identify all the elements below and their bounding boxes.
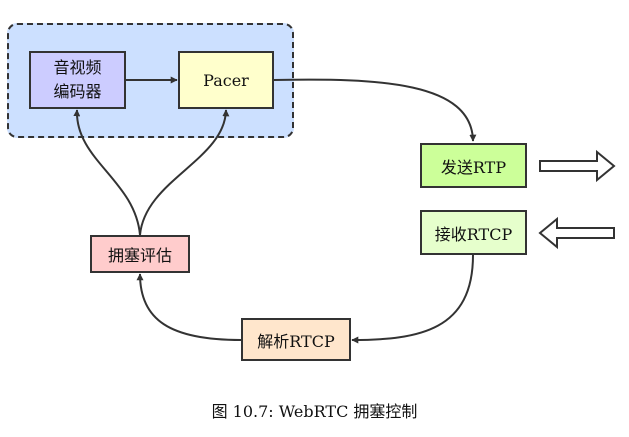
incoming-arrow [538,216,615,250]
edge-parse-rtcp-to-congestion [136,273,242,341]
codec-label-line2: 编码器 [53,82,102,101]
recv-rtcp-label: 接收RTCP [434,224,513,244]
pacer-label: Pacer [203,70,249,90]
codec-label-line1: 音视频 [53,58,102,77]
send-rtp-node: 发送RTP [420,143,527,188]
send-rtp-label: 发送RTP [440,157,507,177]
recv-rtcp-node: 接收RTCP [420,210,527,255]
pacer-node: Pacer [178,51,274,109]
figure-caption: 图 10.7: WebRTC 拥塞控制 [211,402,418,421]
edge-congestion-to-pacer [139,109,230,236]
edge-recv-rtcp-to-parse-rtcp [351,254,474,344]
edge-congestion-to-codec [73,109,141,236]
parse-rtcp-node: 解析RTCP [241,318,351,361]
codec-node: 音视频 编码器 [29,51,126,109]
parse-rtcp-label: 解析RTCP [257,331,335,351]
congestion-estimate-node: 拥塞评估 [90,235,190,273]
outgoing-arrow [539,149,616,183]
congestion-estimate-label: 拥塞评估 [107,246,172,265]
edge-pacer-to-send-rtp [273,78,477,142]
